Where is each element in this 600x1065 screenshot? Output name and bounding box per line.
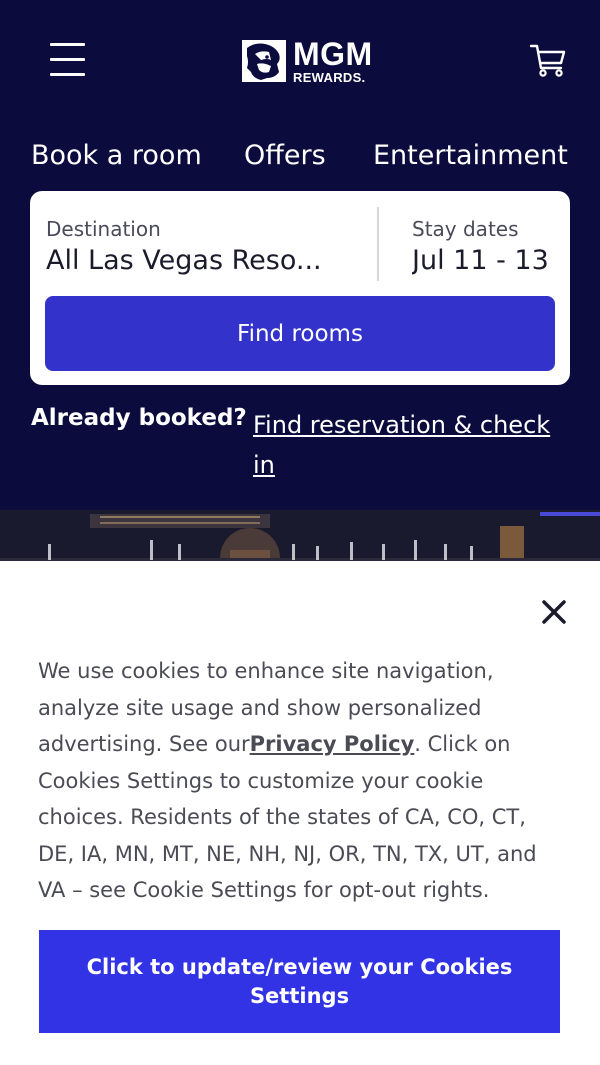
hamburger-menu-icon[interactable] bbox=[50, 42, 86, 76]
cookie-message: We use cookies to enhance site navigatio… bbox=[38, 653, 568, 909]
destination-label: Destination bbox=[46, 217, 161, 241]
field-divider bbox=[377, 207, 379, 281]
stay-dates-field[interactable]: Stay dates Jul 11 - 13 bbox=[412, 205, 562, 285]
stay-dates-label: Stay dates bbox=[412, 217, 519, 241]
main-nav: Book a room Offers Entertainment bbox=[0, 140, 600, 180]
privacy-policy-link[interactable]: Privacy Policy bbox=[250, 732, 415, 756]
site-header: MGM REWARDS. Book a room Offers Entertai… bbox=[0, 0, 600, 510]
shopping-cart-icon[interactable] bbox=[528, 40, 568, 80]
cookie-text-after: . Click on Cookies Settings to customize… bbox=[38, 732, 537, 902]
cookie-settings-button[interactable]: Click to update/review your Cookies Sett… bbox=[39, 930, 560, 1033]
already-booked-label: Already booked? bbox=[31, 405, 247, 431]
nav-entertainment[interactable]: Entertainment bbox=[373, 140, 568, 171]
find-rooms-button[interactable]: Find rooms bbox=[45, 296, 555, 371]
stay-dates-value: Jul 11 - 13 bbox=[412, 245, 549, 276]
close-icon[interactable] bbox=[539, 597, 569, 627]
lion-logo-icon bbox=[242, 40, 286, 82]
logo-rewards-text: REWARDS. bbox=[293, 70, 366, 85]
mgm-rewards-logo[interactable]: MGM REWARDS. bbox=[241, 36, 391, 86]
destination-field[interactable]: Destination All Las Vegas Reso... bbox=[46, 205, 376, 285]
logo-mgm-text: MGM bbox=[293, 36, 373, 72]
room-search-card: Destination All Las Vegas Reso... Stay d… bbox=[30, 191, 570, 385]
destination-value: All Las Vegas Reso... bbox=[46, 245, 322, 276]
nav-book-a-room[interactable]: Book a room bbox=[31, 140, 202, 171]
find-reservation-link[interactable]: Find reservation & check in bbox=[253, 405, 563, 485]
nav-offers[interactable]: Offers bbox=[244, 140, 326, 171]
